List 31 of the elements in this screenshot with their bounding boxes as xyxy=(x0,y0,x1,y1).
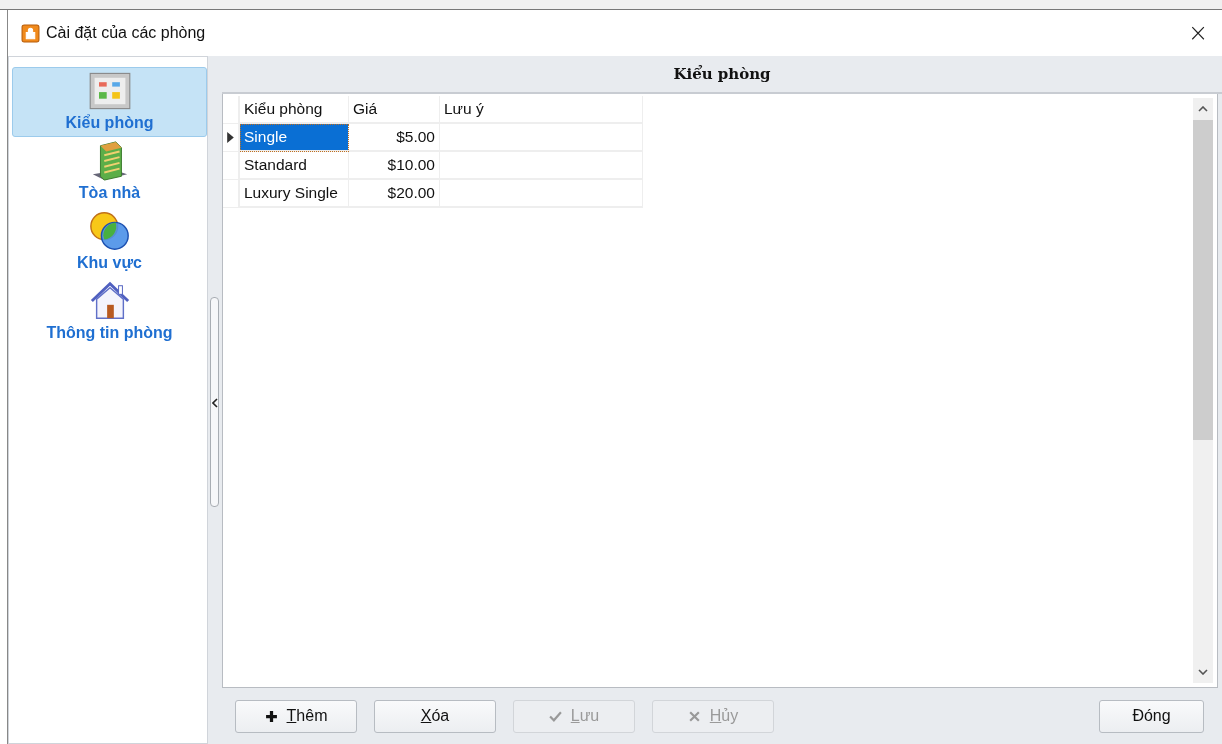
table-cell: Luxury Single xyxy=(240,180,349,208)
sidebar-item[interactable]: Tòa nhà xyxy=(12,137,207,207)
close-icon xyxy=(687,709,701,723)
column-header[interactable]: Giá xyxy=(349,96,440,124)
splitter-handle[interactable] xyxy=(210,297,219,507)
collapse-icon xyxy=(212,398,218,408)
current-row-icon xyxy=(227,132,234,143)
scroll-up-icon xyxy=(1198,106,1208,112)
scroll-down-icon xyxy=(1198,669,1208,675)
table-cell: Standard xyxy=(240,152,349,180)
check-icon xyxy=(548,709,562,723)
close-button[interactable]: × xyxy=(1181,19,1214,47)
sidebar-item[interactable]: Khu vực xyxy=(12,207,207,277)
panel-title: Kiểu phòng xyxy=(673,65,771,83)
table-cell: Single xyxy=(240,124,349,152)
plus-icon xyxy=(264,709,278,723)
app-icon xyxy=(21,23,40,43)
column-header[interactable]: Lưu ý xyxy=(440,96,643,124)
sidebar-item[interactable]: Kiểu phòng xyxy=(12,67,207,137)
table-cell: $20.00 xyxy=(349,180,440,208)
window-title: Cài đặt của các phòng xyxy=(46,24,206,42)
delete-button[interactable]: Xóa xyxy=(374,699,496,733)
add-button[interactable]: Thêm xyxy=(235,699,357,733)
sidebar-item[interactable]: Thông tin phòng xyxy=(12,277,207,347)
table-cell: $10.00 xyxy=(349,152,440,180)
vertical-scrollbar[interactable] xyxy=(1193,98,1213,683)
grid-icon xyxy=(87,70,132,112)
close-button[interactable]: Đóng xyxy=(1099,699,1204,733)
table-cell: $5.00 xyxy=(349,124,440,152)
overlapping-circles-icon xyxy=(87,210,132,252)
row-header xyxy=(223,96,240,124)
